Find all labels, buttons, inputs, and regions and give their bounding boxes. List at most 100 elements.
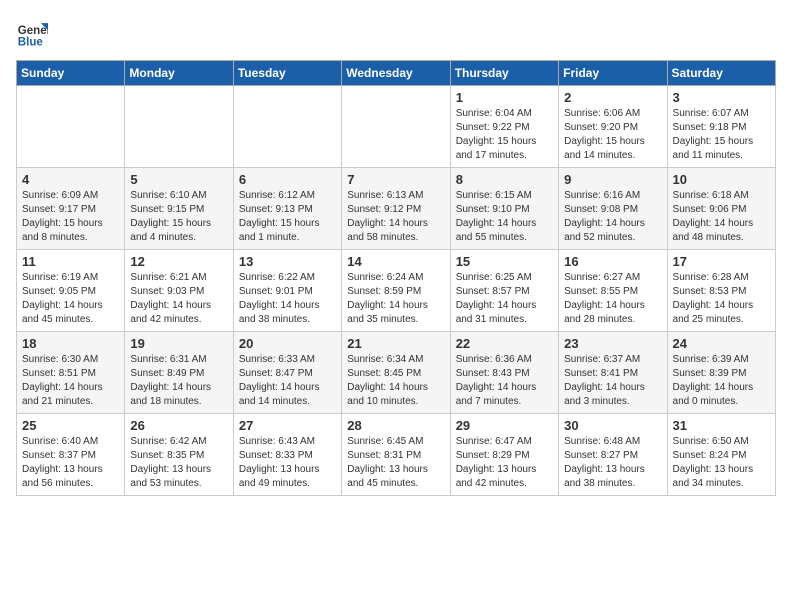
day-info: Sunrise: 6:42 AM Sunset: 8:35 PM Dayligh… [130,435,227,491]
day-number: 15 [456,254,553,269]
day-number: 31 [673,418,770,433]
day-info: Sunrise: 6:31 AM Sunset: 8:49 PM Dayligh… [130,353,227,409]
day-number: 29 [456,418,553,433]
svg-text:General: General [18,25,48,37]
calendar-cell: 12Sunrise: 6:21 AM Sunset: 9:03 PM Dayli… [125,250,233,332]
calendar-cell: 26 Sunrise: 6:42 AM Sunset: 8:35 PM Dayli… [125,414,233,496]
day-number: 24 [673,336,770,351]
calendar-cell: 15 Sunrise: 6:25 AM Sunset: 8:57 PM Dayli… [450,250,558,332]
calendar-cell: 13 Sunrise: 6:22 AM Sunset: 9:01 PM Dayli… [233,250,341,332]
day-info: Sunrise: 6:40 AM Sunset: 8:37 PM Dayligh… [22,435,119,491]
calendar-cell: 29 Sunrise: 6:47 AM Sunset: 8:29 PM Dayli… [450,414,558,496]
calendar-week-3: 11 Sunrise: 6:19 AM Sunset: 9:05 PM Dayli… [17,250,776,332]
day-info: Sunrise: 6:22 AM Sunset: 9:01 PM Dayligh… [239,271,336,327]
day-info: Sunrise: 6:07 AM Sunset: 9:18 PM Dayligh… [673,107,770,163]
day-info: Sunrise: 6:39 AM Sunset: 8:39 PM Dayligh… [673,353,770,409]
calendar-cell: 8Sunrise: 6:15 AM Sunset: 9:10 PM Daylig… [450,168,558,250]
calendar-table: SundayMondayTuesdayWednesdayThursdayFrid… [16,60,776,496]
page-header: General Blue [16,16,776,48]
day-number: 22 [456,336,553,351]
calendar-cell: 3 Sunrise: 6:07 AM Sunset: 9:18 PM Daylig… [667,86,775,168]
calendar-cell: 30 Sunrise: 6:48 AM Sunset: 8:27 PM Dayli… [559,414,667,496]
day-number: 25 [22,418,119,433]
day-number: 3 [673,90,770,105]
day-info: Sunrise: 6:19 AM Sunset: 9:05 PM Dayligh… [22,271,119,327]
day-info: Sunrise: 6:24 AM Sunset: 8:59 PM Dayligh… [347,271,444,327]
day-number: 30 [564,418,661,433]
day-number: 20 [239,336,336,351]
calendar-cell [17,86,125,168]
day-number: 21 [347,336,444,351]
day-number: 6 [239,172,336,187]
day-number: 1 [456,90,553,105]
calendar-cell: 18 Sunrise: 6:30 AM Sunset: 8:51 PM Dayli… [17,332,125,414]
calendar-cell: 7Sunrise: 6:13 AM Sunset: 9:12 PM Daylig… [342,168,450,250]
day-number: 19 [130,336,227,351]
day-info: Sunrise: 6:13 AM Sunset: 9:12 PM Dayligh… [347,189,444,245]
column-header-friday: Friday [559,61,667,86]
day-info: Sunrise: 6:10 AM Sunset: 9:15 PM Dayligh… [130,189,227,245]
calendar-header-row: SundayMondayTuesdayWednesdayThursdayFrid… [17,61,776,86]
day-number: 9 [564,172,661,187]
day-info: Sunrise: 6:30 AM Sunset: 8:51 PM Dayligh… [22,353,119,409]
calendar-cell: 28Sunrise: 6:45 AM Sunset: 8:31 PM Dayli… [342,414,450,496]
day-number: 13 [239,254,336,269]
calendar-week-1: 1 Sunrise: 6:04 AM Sunset: 9:22 PM Daylig… [17,86,776,168]
calendar-cell: 31 Sunrise: 6:50 AM Sunset: 8:24 PM Dayli… [667,414,775,496]
day-number: 4 [22,172,119,187]
column-header-saturday: Saturday [667,61,775,86]
column-header-wednesday: Wednesday [342,61,450,86]
column-header-sunday: Sunday [17,61,125,86]
calendar-week-4: 18 Sunrise: 6:30 AM Sunset: 8:51 PM Dayli… [17,332,776,414]
day-info: Sunrise: 6:43 AM Sunset: 8:33 PM Dayligh… [239,435,336,491]
column-header-tuesday: Tuesday [233,61,341,86]
column-header-thursday: Thursday [450,61,558,86]
day-info: Sunrise: 6:45 AM Sunset: 8:31 PM Dayligh… [347,435,444,491]
calendar-cell: 23Sunrise: 6:37 AM Sunset: 8:41 PM Dayli… [559,332,667,414]
day-info: Sunrise: 6:06 AM Sunset: 9:20 PM Dayligh… [564,107,661,163]
calendar-cell: 1 Sunrise: 6:04 AM Sunset: 9:22 PM Daylig… [450,86,558,168]
day-number: 18 [22,336,119,351]
day-info: Sunrise: 6:25 AM Sunset: 8:57 PM Dayligh… [456,271,553,327]
day-number: 23 [564,336,661,351]
day-info: Sunrise: 6:21 AM Sunset: 9:03 PM Dayligh… [130,271,227,327]
calendar-cell: 24 Sunrise: 6:39 AM Sunset: 8:39 PM Dayli… [667,332,775,414]
day-number: 11 [22,254,119,269]
calendar-cell: 25 Sunrise: 6:40 AM Sunset: 8:37 PM Dayli… [17,414,125,496]
calendar-cell: 22 Sunrise: 6:36 AM Sunset: 8:43 PM Dayli… [450,332,558,414]
logo: General Blue [16,16,48,48]
calendar-cell: 9Sunrise: 6:16 AM Sunset: 9:08 PM Daylig… [559,168,667,250]
calendar-cell: 19 Sunrise: 6:31 AM Sunset: 8:49 PM Dayli… [125,332,233,414]
calendar-cell: 21Sunrise: 6:34 AM Sunset: 8:45 PM Dayli… [342,332,450,414]
day-info: Sunrise: 6:04 AM Sunset: 9:22 PM Dayligh… [456,107,553,163]
day-info: Sunrise: 6:12 AM Sunset: 9:13 PM Dayligh… [239,189,336,245]
calendar-cell [233,86,341,168]
calendar-cell: 4Sunrise: 6:09 AM Sunset: 9:17 PM Daylig… [17,168,125,250]
day-info: Sunrise: 6:18 AM Sunset: 9:06 PM Dayligh… [673,189,770,245]
calendar-cell: 2 Sunrise: 6:06 AM Sunset: 9:20 PM Daylig… [559,86,667,168]
day-info: Sunrise: 6:47 AM Sunset: 8:29 PM Dayligh… [456,435,553,491]
calendar-cell: 6 Sunrise: 6:12 AM Sunset: 9:13 PM Daylig… [233,168,341,250]
calendar-week-5: 25 Sunrise: 6:40 AM Sunset: 8:37 PM Dayli… [17,414,776,496]
day-info: Sunrise: 6:48 AM Sunset: 8:27 PM Dayligh… [564,435,661,491]
logo-icon: General Blue [16,16,48,48]
calendar-cell: 5Sunrise: 6:10 AM Sunset: 9:15 PM Daylig… [125,168,233,250]
day-number: 27 [239,418,336,433]
column-header-monday: Monday [125,61,233,86]
calendar-cell: 16Sunrise: 6:27 AM Sunset: 8:55 PM Dayli… [559,250,667,332]
day-number: 10 [673,172,770,187]
day-info: Sunrise: 6:28 AM Sunset: 8:53 PM Dayligh… [673,271,770,327]
day-info: Sunrise: 6:33 AM Sunset: 8:47 PM Dayligh… [239,353,336,409]
day-info: Sunrise: 6:50 AM Sunset: 8:24 PM Dayligh… [673,435,770,491]
day-info: Sunrise: 6:15 AM Sunset: 9:10 PM Dayligh… [456,189,553,245]
svg-text:Blue: Blue [18,36,44,48]
calendar-cell [125,86,233,168]
day-info: Sunrise: 6:36 AM Sunset: 8:43 PM Dayligh… [456,353,553,409]
day-number: 2 [564,90,661,105]
day-number: 17 [673,254,770,269]
day-number: 14 [347,254,444,269]
calendar-cell [342,86,450,168]
day-number: 16 [564,254,661,269]
calendar-cell: 14 Sunrise: 6:24 AM Sunset: 8:59 PM Dayli… [342,250,450,332]
day-number: 26 [130,418,227,433]
